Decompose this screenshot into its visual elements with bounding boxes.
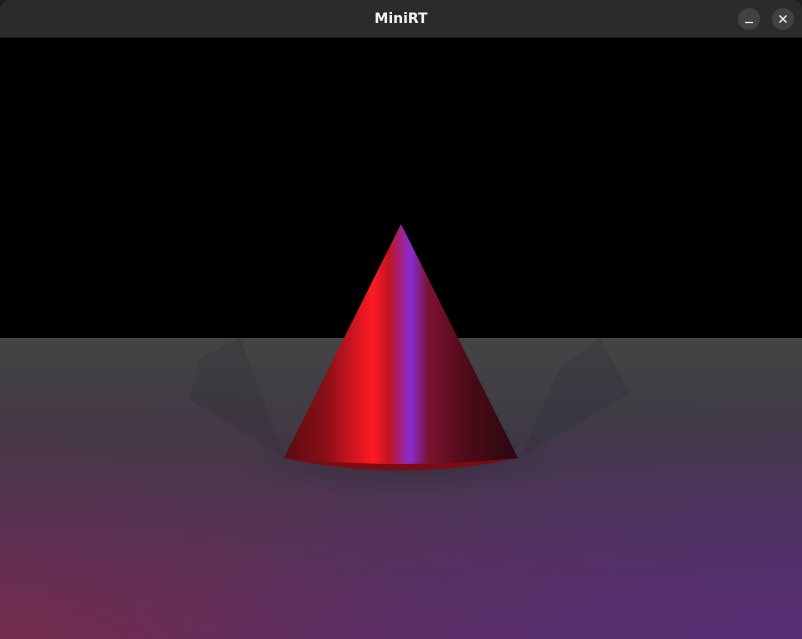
app-window: MiniRT	[0, 0, 802, 639]
close-button[interactable]	[772, 8, 794, 30]
minimize-button[interactable]	[738, 8, 760, 30]
minimize-icon	[745, 21, 753, 24]
render-viewport	[0, 38, 802, 639]
close-icon	[778, 14, 788, 24]
title-bar[interactable]: MiniRT	[0, 0, 802, 38]
window-title: MiniRT	[374, 11, 428, 27]
rendered-scene	[0, 38, 802, 639]
